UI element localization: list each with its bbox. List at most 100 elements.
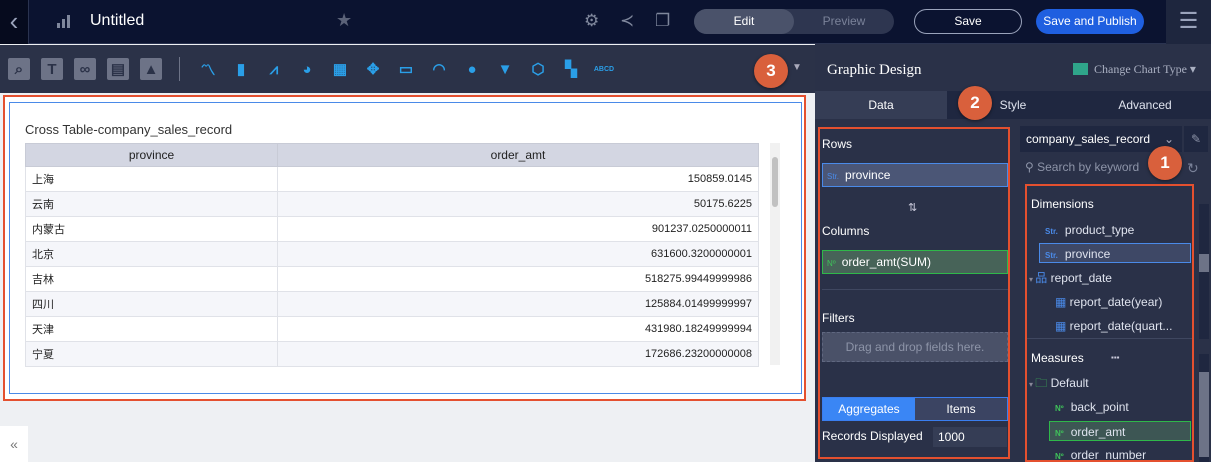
step-badge-1: 1	[1148, 146, 1182, 180]
more-dropdown-icon[interactable]: ▼	[792, 62, 802, 73]
order-amt-cell: 50175.6225	[277, 191, 759, 217]
combo-chart-icon[interactable]: ⩘	[263, 58, 285, 80]
field-item[interactable]: Str. province	[1039, 243, 1191, 263]
type-badge: Nº	[827, 259, 836, 268]
refresh-icon[interactable]: ↻	[1187, 160, 1199, 177]
kpi-icon[interactable]: ▭	[395, 58, 417, 80]
column-field[interactable]: Nº order_amt(SUM)	[822, 250, 1008, 274]
folder-name: Default	[1050, 376, 1089, 390]
rows-label: Rows	[822, 137, 853, 151]
dimensions-label: Dimensions	[1031, 197, 1094, 211]
cross-table-widget[interactable]: Cross Table-company_sales_record provinc…	[3, 95, 806, 401]
measures-scrollbar[interactable]	[1199, 354, 1209, 462]
more-icon[interactable]: ▪▪▪	[1111, 348, 1120, 368]
divider	[822, 289, 1008, 290]
tab-data[interactable]: Data	[815, 91, 947, 119]
word-cloud-icon[interactable]: ABCD	[593, 58, 615, 80]
change-chart-type-button[interactable]: Change Chart Type ▾	[1073, 62, 1196, 77]
funnel-icon[interactable]: ▼	[494, 58, 516, 80]
gear-icon[interactable]: ⚙	[584, 11, 599, 31]
divider	[179, 57, 180, 81]
share-icon[interactable]: ≺	[620, 11, 634, 31]
aggregate-toggle: Aggregates Items	[822, 397, 1008, 421]
menu-icon[interactable]: ☰	[1166, 0, 1211, 44]
field-name: report_date(year)	[1069, 295, 1163, 309]
star-icon[interactable]: ★	[336, 10, 352, 31]
column-header[interactable]: province	[25, 143, 278, 167]
field-item[interactable]: Nº back_point	[1055, 397, 1129, 417]
tab-advanced[interactable]: Advanced	[1079, 91, 1211, 119]
records-input[interactable]: 1000	[933, 427, 1007, 447]
pie-chart-icon[interactable]: ◕	[296, 58, 318, 80]
field-item[interactable]: Nº order_number	[1055, 445, 1146, 460]
design-panel: Graphic Design Change Chart Type ▾ Data …	[815, 44, 1211, 462]
table-scrollbar[interactable]	[770, 143, 780, 365]
component-toolbar: ⌕ T ∞ ▤ ▲ 〽 ▮ ⩘ ◕ ▦ ✥ ▭ ◠ ● ▼ ⬡ ▚ ABCD	[0, 45, 815, 93]
search-placeholder: Search by keyword	[1037, 160, 1140, 174]
edit-tab[interactable]: Edit	[694, 9, 794, 34]
calendar-icon: ▦	[1055, 319, 1070, 333]
field-name: back_point	[1070, 400, 1129, 414]
table-row: 天津 431980.18249999994	[25, 316, 759, 342]
radar-icon[interactable]: ⬡	[527, 58, 549, 80]
change-chart-label: Change Chart Type	[1094, 62, 1187, 76]
preview-tab[interactable]: Preview	[794, 9, 894, 34]
copy-icon[interactable]: ❐	[655, 11, 670, 31]
dimensions-scrollbar[interactable]	[1199, 204, 1209, 339]
field-item[interactable]: ▦ report_date(year)	[1055, 292, 1162, 312]
field-item[interactable]: Nº order_amt	[1049, 421, 1191, 441]
filter-drop-zone[interactable]: Drag and drop fields here.	[822, 332, 1008, 362]
save-publish-button[interactable]: Save and Publish	[1036, 9, 1144, 34]
column-header[interactable]: order_amt	[277, 143, 759, 167]
image-icon[interactable]: ▲	[140, 58, 162, 80]
province-cell: 云南	[25, 191, 278, 217]
treemap-icon[interactable]: ▚	[560, 58, 582, 80]
mode-switch[interactable]: Edit Preview	[694, 9, 894, 34]
table-chart-icon	[1073, 63, 1088, 75]
text-icon[interactable]: T	[41, 58, 63, 80]
edit-dataset-icon[interactable]: ✎	[1184, 126, 1208, 152]
order-amt-cell: 150859.0145	[277, 166, 759, 192]
field-item[interactable]: Str. product_type	[1045, 220, 1134, 240]
order-amt-cell: 518275.99449999986	[277, 266, 759, 292]
query-control-icon[interactable]: ⌕	[8, 58, 30, 80]
items-tab[interactable]: Items	[915, 398, 1007, 420]
type-badge: Nº	[1055, 429, 1064, 438]
order-amt-cell: 172686.23200000008	[277, 341, 759, 367]
step-badge-3: 3	[754, 54, 788, 88]
back-button[interactable]: ‹	[0, 0, 29, 44]
folder-item[interactable]: ▾ 🗀 Default	[1029, 373, 1089, 393]
bar-chart-icon[interactable]: ▮	[230, 58, 252, 80]
panel-title: Graphic Design	[827, 62, 922, 78]
province-cell: 四川	[25, 291, 278, 317]
table-row: 内蒙古 901237.0250000011	[25, 216, 759, 242]
bubble-icon[interactable]: ●	[461, 58, 483, 80]
collapse-icon[interactable]: «	[0, 426, 28, 462]
tab-icon[interactable]: ▤	[107, 58, 129, 80]
divider	[1027, 338, 1192, 339]
search-icon: ⚲	[1025, 160, 1038, 174]
field-group[interactable]: ▾ 品 report_date	[1029, 268, 1112, 288]
aggregates-tab[interactable]: Aggregates	[823, 398, 915, 420]
gauge-icon[interactable]: ◠	[428, 58, 450, 80]
province-cell: 上海	[25, 166, 278, 192]
order-amt-cell: 901237.0250000011	[277, 216, 759, 242]
field-name: order_amt	[1070, 425, 1126, 439]
save-button[interactable]: Save	[914, 9, 1022, 34]
field-name: order_amt(SUM)	[841, 255, 932, 269]
field-search[interactable]: ⚲ Search by keyword	[1025, 160, 1139, 174]
row-field[interactable]: Str. province	[822, 163, 1008, 187]
swap-icon[interactable]: ⇅	[908, 201, 917, 214]
table-row: 四川 125884.01499999997	[25, 291, 759, 317]
records-label: Records Displayed	[822, 429, 923, 443]
report-title[interactable]: Untitled	[90, 12, 144, 30]
table-row: 吉林 518275.99449999986	[25, 266, 759, 292]
province-cell: 北京	[25, 241, 278, 267]
type-badge: Str.	[1045, 251, 1058, 260]
map-icon[interactable]: ✥	[362, 58, 384, 80]
line-chart-icon[interactable]: 〽	[197, 58, 219, 80]
field-item[interactable]: ▦ report_date(quart...	[1055, 316, 1172, 336]
calendar-icon: ▦	[1055, 295, 1070, 309]
link-icon[interactable]: ∞	[74, 58, 96, 80]
table-icon[interactable]: ▦	[329, 58, 351, 80]
